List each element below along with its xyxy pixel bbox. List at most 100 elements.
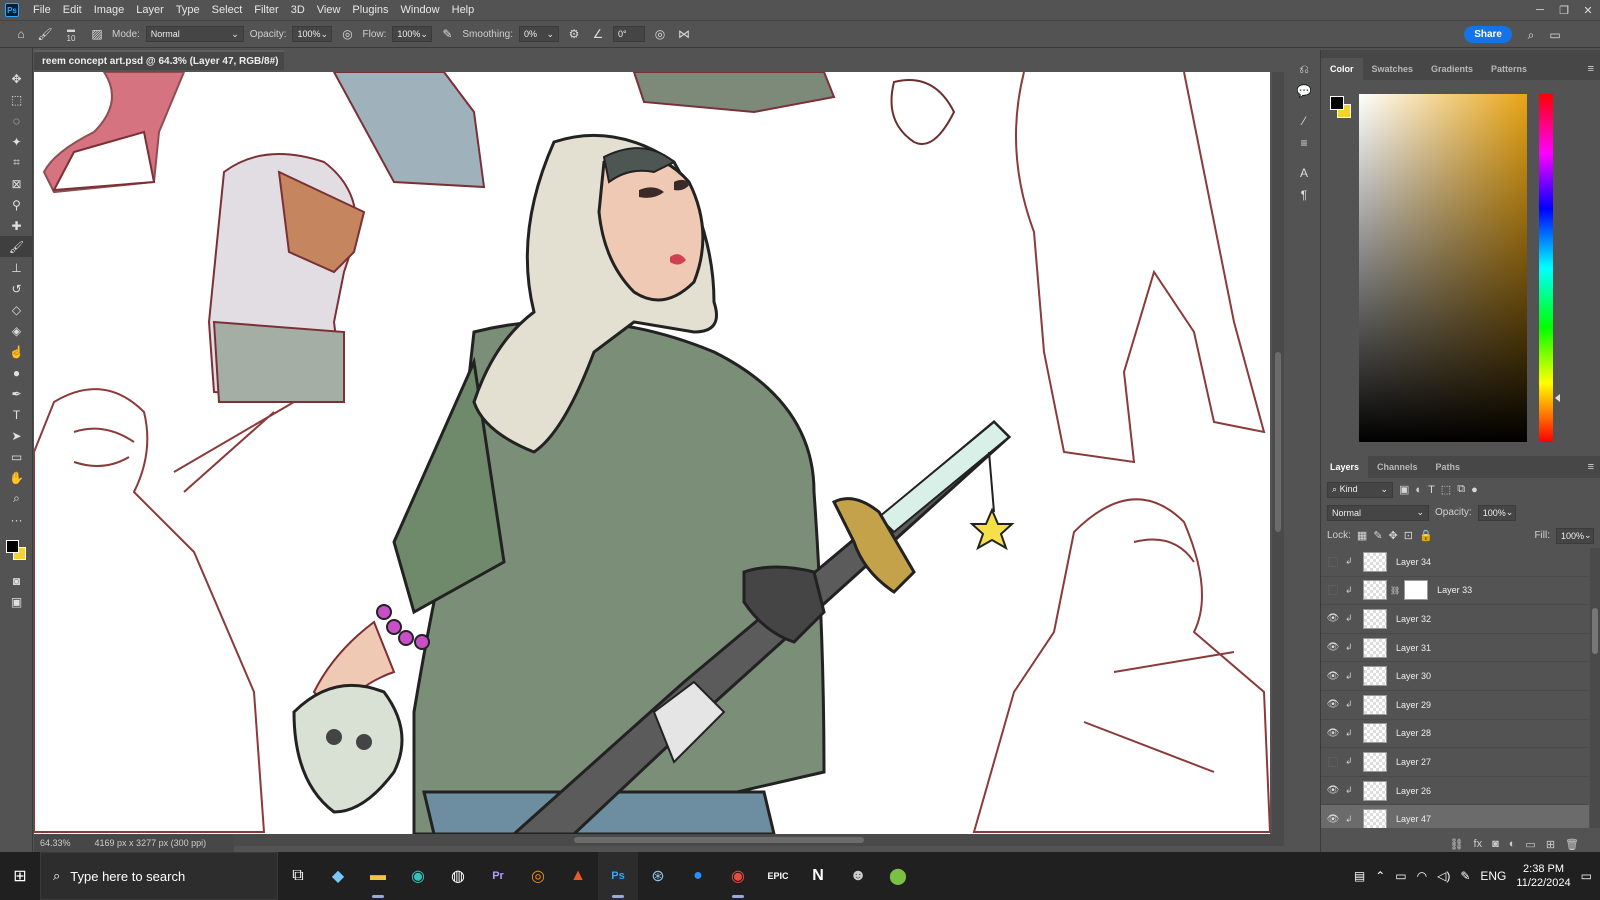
paint-bucket-tool-icon[interactable]: ◈ [0,320,33,341]
menu-image[interactable]: Image [88,0,131,20]
copilot-icon[interactable]: ◆ [318,852,358,900]
lasso-tool-icon[interactable]: ◌ [0,110,33,131]
epic-games-icon[interactable]: EPIC [758,852,798,900]
panel-menu-icon[interactable]: ≡ [1588,63,1594,75]
canvas-vertical-scrollbar[interactable] [1272,72,1284,834]
rectangle-tool-icon[interactable]: ▭ [0,446,33,467]
layer-filter-kind[interactable]: ⌕ Kind ⌄ [1327,481,1393,498]
zoom-level[interactable]: 64.33% [40,838,71,848]
smoothing-field[interactable]: 0% ⌄ [518,26,559,42]
eye-icon[interactable]: 👁 [1321,613,1345,624]
menu-3d[interactable]: 3D [285,0,311,20]
windows-start-icon[interactable]: ⊞ [0,852,40,900]
eyedropper-tool-icon[interactable]: ⚲ [0,194,33,215]
chrome-icon[interactable]: ◉ [718,852,758,900]
brush-size-picker[interactable]: ▬ 10 [60,25,82,43]
magic-wand-tool-icon[interactable]: ✦ [0,131,33,152]
visibility-toggle[interactable] [1321,756,1345,767]
layer-row[interactable]: 👁 ↲ Layer 30 [1321,662,1589,691]
stamp-tool-icon[interactable]: ⊥ [0,257,33,278]
discord-icon[interactable]: ☻ [838,852,878,900]
tools-collapse-icon[interactable] [0,48,32,68]
tab-channels[interactable]: Channels [1368,456,1427,478]
layer-name[interactable]: Layer 29 [1396,700,1431,710]
menu-view[interactable]: View [311,0,347,20]
angle-field[interactable]: 0° [612,26,645,42]
clock[interactable]: 2:38 PM 11/22/2024 [1516,862,1570,890]
show-hidden-icon[interactable]: ⌃ [1375,869,1385,883]
eraser-tool-icon[interactable]: ◇ [0,299,33,320]
menu-window[interactable]: Window [395,0,446,20]
layer-row[interactable]: 👁 ↲ Layer 26 [1321,777,1589,806]
history-brush-tool-icon[interactable]: ↺ [0,278,33,299]
type-tool-icon[interactable]: T [0,404,33,425]
layer-name[interactable]: Layer 30 [1396,671,1431,681]
layer-opacity-field[interactable]: 100% ⌄ [1477,504,1516,521]
layer-name[interactable]: Layer 34 [1396,557,1431,567]
close-icon[interactable]: ✕ [1576,0,1600,20]
adjustment-layer-icon[interactable]: ◐ [1509,838,1516,850]
new-group-icon[interactable]: ▭ [1525,838,1535,851]
lock-all-icon[interactable]: 🔒 [1419,529,1433,542]
restore-icon[interactable]: ❐ [1552,0,1576,20]
chain-link-icon[interactable]: ⛓ [1390,586,1400,595]
pressure-opacity-icon[interactable]: ◎ [338,25,356,43]
menu-edit[interactable]: Edit [57,0,88,20]
tab-color[interactable]: Color [1321,58,1363,80]
filter-type-icon[interactable]: T [1428,484,1435,496]
foreground-color-swatch[interactable] [1330,96,1344,110]
move-tool-icon[interactable]: ✥ [0,68,33,89]
gear-icon[interactable]: ⚙ [565,25,583,43]
foreground-color-swatch[interactable] [6,540,19,553]
healing-brush-tool-icon[interactable]: ✚ [0,215,33,236]
layer-row[interactable]: ↲ ⛓ Layer 33 [1321,577,1589,606]
zoom-icon[interactable]: ● [678,852,718,900]
brush-settings-panel-icon[interactable]: ⁄ [1290,110,1318,132]
layer-name[interactable]: Layer 47 [1396,814,1431,824]
crop-tool-icon[interactable]: ⌗ [0,152,33,173]
filter-smart-object-icon[interactable]: ⧉ [1457,483,1465,496]
filter-adjustment-icon[interactable]: ◐ [1415,484,1422,496]
document-tab[interactable]: reem concept art.psd @ 64.3% (Layer 47, … [34,50,284,87]
lock-pixels-icon[interactable]: ✎ [1373,529,1382,542]
filter-pixel-icon[interactable]: ▣ [1399,483,1409,496]
adjustments-panel-icon[interactable]: ≡ [1290,132,1318,154]
quick-mask-icon[interactable]: ◙ [0,570,33,591]
canvas-horizontal-scrollbar[interactable] [234,834,1284,846]
comments-panel-icon[interactable]: 💬 [1290,80,1318,102]
blender-icon[interactable]: ◎ [518,852,558,900]
layer-list-scrollbar[interactable] [1590,548,1600,828]
utorrent-icon[interactable]: ⬤ [878,852,918,900]
task-view-icon[interactable]: ⧉ [278,852,318,900]
brush-settings-icon[interactable]: ▨ [88,25,106,43]
layer-row[interactable]: ↲ Layer 34 [1321,548,1589,577]
opacity-field[interactable]: 100% ⌄ [292,26,333,42]
smudge-tool-icon[interactable]: ☝ [0,341,33,362]
symmetry-icon[interactable]: ⋈ [675,25,693,43]
brush-tool-icon[interactable]: 🖌 [0,236,33,257]
language-indicator[interactable]: ENG [1480,869,1506,883]
widgets-icon[interactable]: ▤ [1354,869,1365,883]
layer-name[interactable]: Layer 27 [1396,757,1431,767]
pen-icon[interactable]: ✎ [1460,869,1470,883]
wifi-icon[interactable]: ◠ [1417,869,1427,883]
eye-icon[interactable]: 👁 [1321,814,1345,825]
visibility-toggle[interactable] [1321,556,1345,567]
home-icon[interactable]: ⌂ [12,25,30,43]
layer-name[interactable]: Layer 32 [1396,614,1431,624]
filter-shape-icon[interactable]: ⬚ [1441,483,1451,496]
hand-tool-icon[interactable]: ✋ [0,467,33,488]
eye-icon[interactable]: 👁 [1321,785,1345,796]
steam-icon[interactable]: ⊛ [638,852,678,900]
obs-icon[interactable]: ◍ [438,852,478,900]
add-mask-icon[interactable]: ◙ [1492,838,1499,850]
file-explorer-icon[interactable]: ▬ [358,852,398,900]
edge-icon[interactable]: ◉ [398,852,438,900]
layer-row[interactable]: 👁 ↲ Layer 28 [1321,720,1589,749]
horizontal-scroll-thumb[interactable] [574,837,864,843]
mode-select[interactable]: Normal ⌄ [145,26,244,42]
pen-tool-icon[interactable]: ✒ [0,383,33,404]
layer-row[interactable]: 👁 ↲ Layer 32 [1321,605,1589,634]
menu-file[interactable]: File [27,0,57,20]
volume-icon[interactable]: ◁) [1437,869,1450,883]
